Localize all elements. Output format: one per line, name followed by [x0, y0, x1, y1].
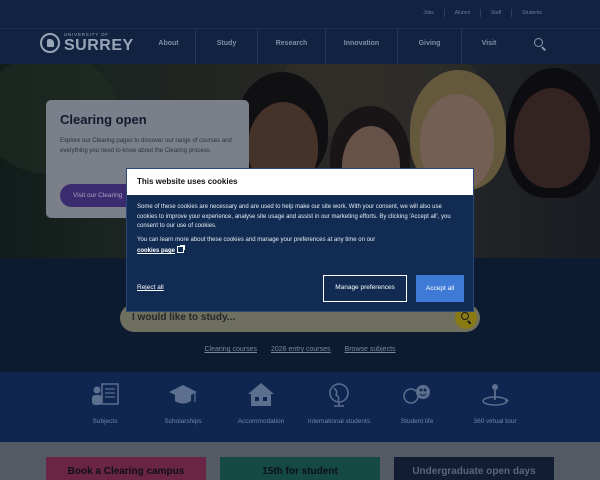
nav-item-giving[interactable]: Giving [398, 29, 462, 65]
clearing-title: Clearing open [60, 112, 147, 127]
utility-link-jobs[interactable]: Jobs [413, 9, 444, 17]
tile-scholarships[interactable]: Scholarships [144, 372, 222, 442]
tile-label: Scholarships [164, 418, 202, 425]
virtual-tour-icon [482, 384, 509, 406]
accept-all-button[interactable]: Accept all [416, 275, 464, 302]
link-browse-subjects[interactable]: Browse subjects [345, 346, 396, 353]
tile-label: International students [307, 418, 371, 425]
cookie-consent-dialog: This website uses cookies Some of these … [126, 168, 474, 312]
university-logo[interactable]: UNIVERSITY OF SURREY [40, 32, 134, 54]
quick-links: Clearing courses 2026 entry courses Brow… [0, 346, 600, 353]
student-life-icon [403, 385, 430, 404]
site-header: UNIVERSITY OF SURREY About Study Researc… [0, 28, 600, 65]
globe-icon [329, 383, 349, 407]
utility-link-staff[interactable]: Staff [480, 9, 511, 17]
logo-big-text: SURREY [64, 36, 134, 54]
tile-label: Subjects [92, 418, 118, 425]
tile-360-virtual-tour[interactable]: 360 virtual tour [456, 372, 534, 442]
nav-item-about[interactable]: About [142, 29, 196, 65]
nav-item-study[interactable]: Study [196, 29, 258, 65]
utility-link-students[interactable]: Students [511, 9, 552, 17]
tile-student-life[interactable]: Student life [378, 372, 456, 442]
utility-links: Jobs Alumni Staff Students [413, 9, 552, 17]
utility-link-alumni[interactable]: Alumni [443, 9, 480, 17]
search-icon [461, 312, 469, 320]
tile-label: Student life [400, 418, 434, 425]
promo-strip: Book a Clearing campus 15th for student … [0, 442, 600, 480]
subjects-icon [92, 383, 119, 405]
main-nav: About Study Research Innovation Giving V… [142, 29, 516, 65]
manage-preferences-button[interactable]: Manage preferences [323, 275, 407, 302]
graduation-cap-icon [169, 385, 197, 404]
promo-card-open-days[interactable]: Undergraduate open days [394, 457, 554, 480]
clearing-text: Explore our Clearing pages to discover o… [60, 138, 232, 154]
utility-bar: Jobs Alumni Staff Students [0, 0, 600, 28]
cookie-body-text: Some of these cookies are necessary and … [137, 204, 451, 229]
tile-subjects[interactable]: Subjects [66, 372, 144, 442]
link-2026-entry-courses[interactable]: 2026 entry courses [271, 346, 331, 353]
quick-access-icons: Subjects Scholarships Accommodation Inte… [0, 372, 600, 442]
nav-item-research[interactable]: Research [258, 29, 326, 65]
house-icon [248, 383, 274, 406]
promo-card-clearing-campus[interactable]: Book a Clearing campus [46, 457, 206, 480]
link-clearing-courses[interactable]: Clearing courses [204, 346, 257, 353]
external-link-icon [177, 245, 186, 253]
cookies-page-link[interactable]: cookies page [137, 248, 175, 254]
tile-label: Accommodation [237, 418, 285, 425]
tile-label: 360 virtual tour [473, 418, 517, 425]
nav-item-visit[interactable]: Visit [462, 29, 516, 65]
cookie-actions: Reject all Manage preferences Accept all [127, 275, 473, 303]
stag-crest-icon [40, 33, 60, 54]
tile-international-students[interactable]: International students [300, 372, 378, 442]
tile-accommodation[interactable]: Accommodation [222, 372, 300, 442]
search-icon[interactable] [534, 38, 548, 52]
cookie-dialog-title: This website uses cookies [127, 169, 473, 195]
nav-item-innovation[interactable]: Innovation [326, 29, 398, 65]
promo-card-student[interactable]: 15th for student [220, 457, 380, 480]
cookie-preferences-text: You can learn more about these cookies a… [137, 236, 376, 255]
reject-all-button[interactable]: Reject all [137, 284, 164, 291]
